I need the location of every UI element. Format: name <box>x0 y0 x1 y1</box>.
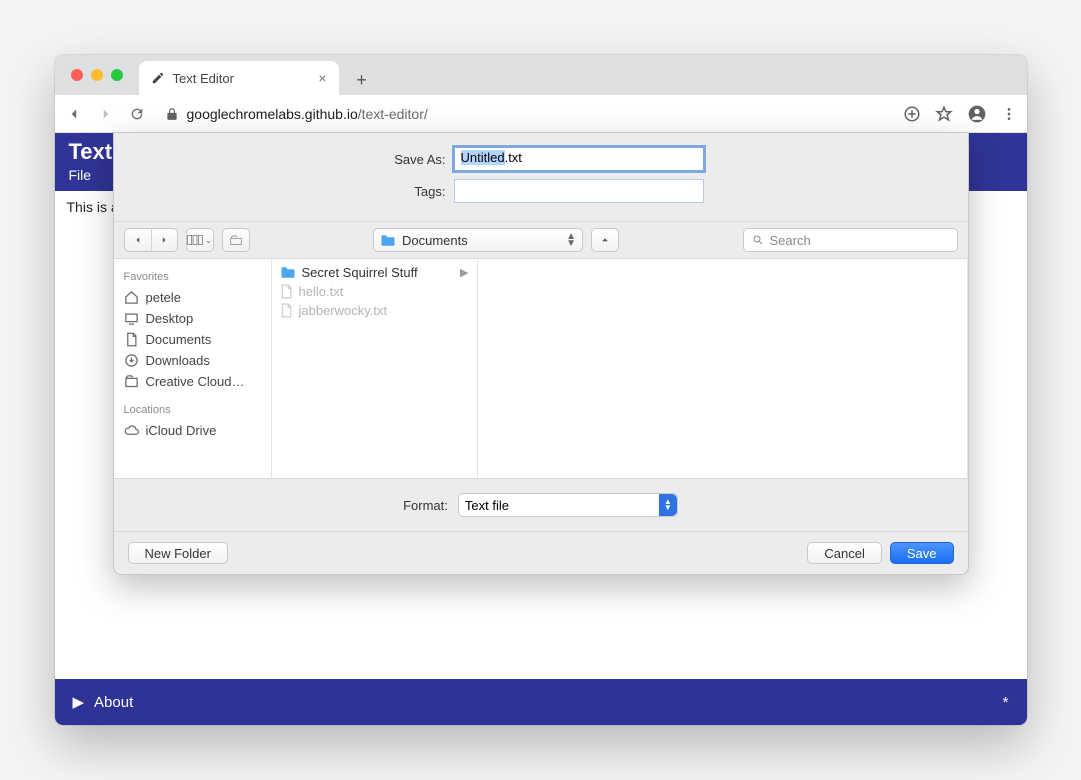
lock-icon <box>165 107 179 121</box>
new-tab-button[interactable]: + <box>347 65 377 95</box>
save-as-label: Save As: <box>134 152 454 167</box>
sidebar-item-desktop[interactable]: Desktop <box>120 308 265 329</box>
url-path: /text-editor/ <box>358 106 428 122</box>
file-row[interactable]: hello.txt <box>272 282 477 301</box>
collapse-button[interactable] <box>591 228 619 252</box>
sidebar-item-icloud[interactable]: iCloud Drive <box>120 420 265 441</box>
browser-toolbar: googlechromelabs.github.io/text-editor/ <box>55 95 1027 133</box>
bookmark-icon[interactable] <box>935 105 953 123</box>
sidebar-item-home[interactable]: petele <box>120 287 265 308</box>
window-close-icon[interactable] <box>71 69 83 81</box>
window-minimize-icon[interactable] <box>91 69 103 81</box>
location-popup[interactable]: Documents ▲▼ <box>373 228 583 252</box>
toolbar-actions <box>903 104 1017 124</box>
sidebar: Favorites petele Desktop Documents Downl… <box>114 259 272 478</box>
reload-button[interactable] <box>129 106 145 122</box>
address-bar[interactable]: googlechromelabs.github.io/text-editor/ <box>159 106 889 122</box>
file-icon <box>280 303 293 318</box>
file-row[interactable]: jabberwocky.txt <box>272 301 477 320</box>
install-icon[interactable] <box>903 105 921 123</box>
window-maximize-icon[interactable] <box>111 69 123 81</box>
tab-strip: Text Editor × + <box>55 55 1027 95</box>
tags-label: Tags: <box>134 184 454 199</box>
search-icon <box>752 234 764 246</box>
tab-title: Text Editor <box>173 71 234 86</box>
stepper-icon: ▲▼ <box>566 233 576 247</box>
history-segment <box>124 228 178 252</box>
chevron-right-icon: ▶ <box>460 266 468 279</box>
finder-back-button[interactable] <box>125 229 151 251</box>
disclosure-icon[interactable]: ▶ <box>73 693 85 711</box>
search-placeholder: Search <box>770 233 811 248</box>
view-segment[interactable]: ⌄ <box>186 228 214 252</box>
save-as-field[interactable]: Untitled.txt <box>454 147 704 171</box>
window-controls <box>63 55 131 95</box>
cancel-button[interactable]: Cancel <box>807 542 881 564</box>
folder-icon <box>280 266 296 279</box>
save-button[interactable]: Save <box>890 542 954 564</box>
sidebar-item-creative-cloud[interactable]: Creative Cloud… <box>120 371 265 392</box>
chevron-updown-icon: ▲▼ <box>659 494 677 516</box>
browser-window: Text Editor × + googlechromelabs.github.… <box>55 55 1027 725</box>
sidebar-item-documents[interactable]: Documents <box>120 329 265 350</box>
forward-button[interactable] <box>97 105 115 123</box>
save-dialog: Save As: Untitled.txt Tags: ⌄ <box>113 132 969 575</box>
format-row: Format: Text file ▲▼ <box>114 479 968 532</box>
file-column-1: Secret Squirrel Stuff ▶ hello.txt jabber… <box>272 259 478 478</box>
finder-nav-row: ⌄ Documents ▲▼ Search <box>114 221 968 259</box>
back-button[interactable] <box>65 105 83 123</box>
sidebar-locations-header: Locations <box>124 404 261 416</box>
finder-forward-button[interactable] <box>151 229 177 251</box>
dialog-buttons: New Folder Cancel Save <box>114 532 968 574</box>
profile-icon[interactable] <box>967 104 987 124</box>
tab-close-icon[interactable]: × <box>318 70 326 86</box>
group-segment[interactable] <box>222 228 250 252</box>
tab-text-editor[interactable]: Text Editor × <box>139 61 339 95</box>
menu-icon[interactable] <box>1001 106 1017 122</box>
url-host: googlechromelabs.github.io <box>187 106 358 122</box>
group-icon[interactable] <box>223 229 249 251</box>
file-browser: Favorites petele Desktop Documents Downl… <box>114 259 968 479</box>
folder-row[interactable]: Secret Squirrel Stuff ▶ <box>272 263 477 282</box>
footer-about[interactable]: About <box>94 694 133 711</box>
format-label: Format: <box>403 498 448 513</box>
sidebar-item-downloads[interactable]: Downloads <box>120 350 265 371</box>
column-view-icon[interactable]: ⌄ <box>187 229 213 251</box>
sidebar-favorites-header: Favorites <box>124 271 261 283</box>
app-footer: ▶ About * <box>55 679 1027 725</box>
format-select[interactable]: Text file ▲▼ <box>458 493 678 517</box>
location-label: Documents <box>402 233 468 248</box>
modified-indicator: * <box>1003 694 1009 711</box>
search-field[interactable]: Search <box>743 228 958 252</box>
file-column-2 <box>478 259 968 478</box>
pencil-icon <box>151 71 165 85</box>
tags-field[interactable] <box>454 179 704 203</box>
folder-icon <box>380 234 396 247</box>
new-folder-button[interactable]: New Folder <box>128 542 228 564</box>
file-icon <box>280 284 293 299</box>
